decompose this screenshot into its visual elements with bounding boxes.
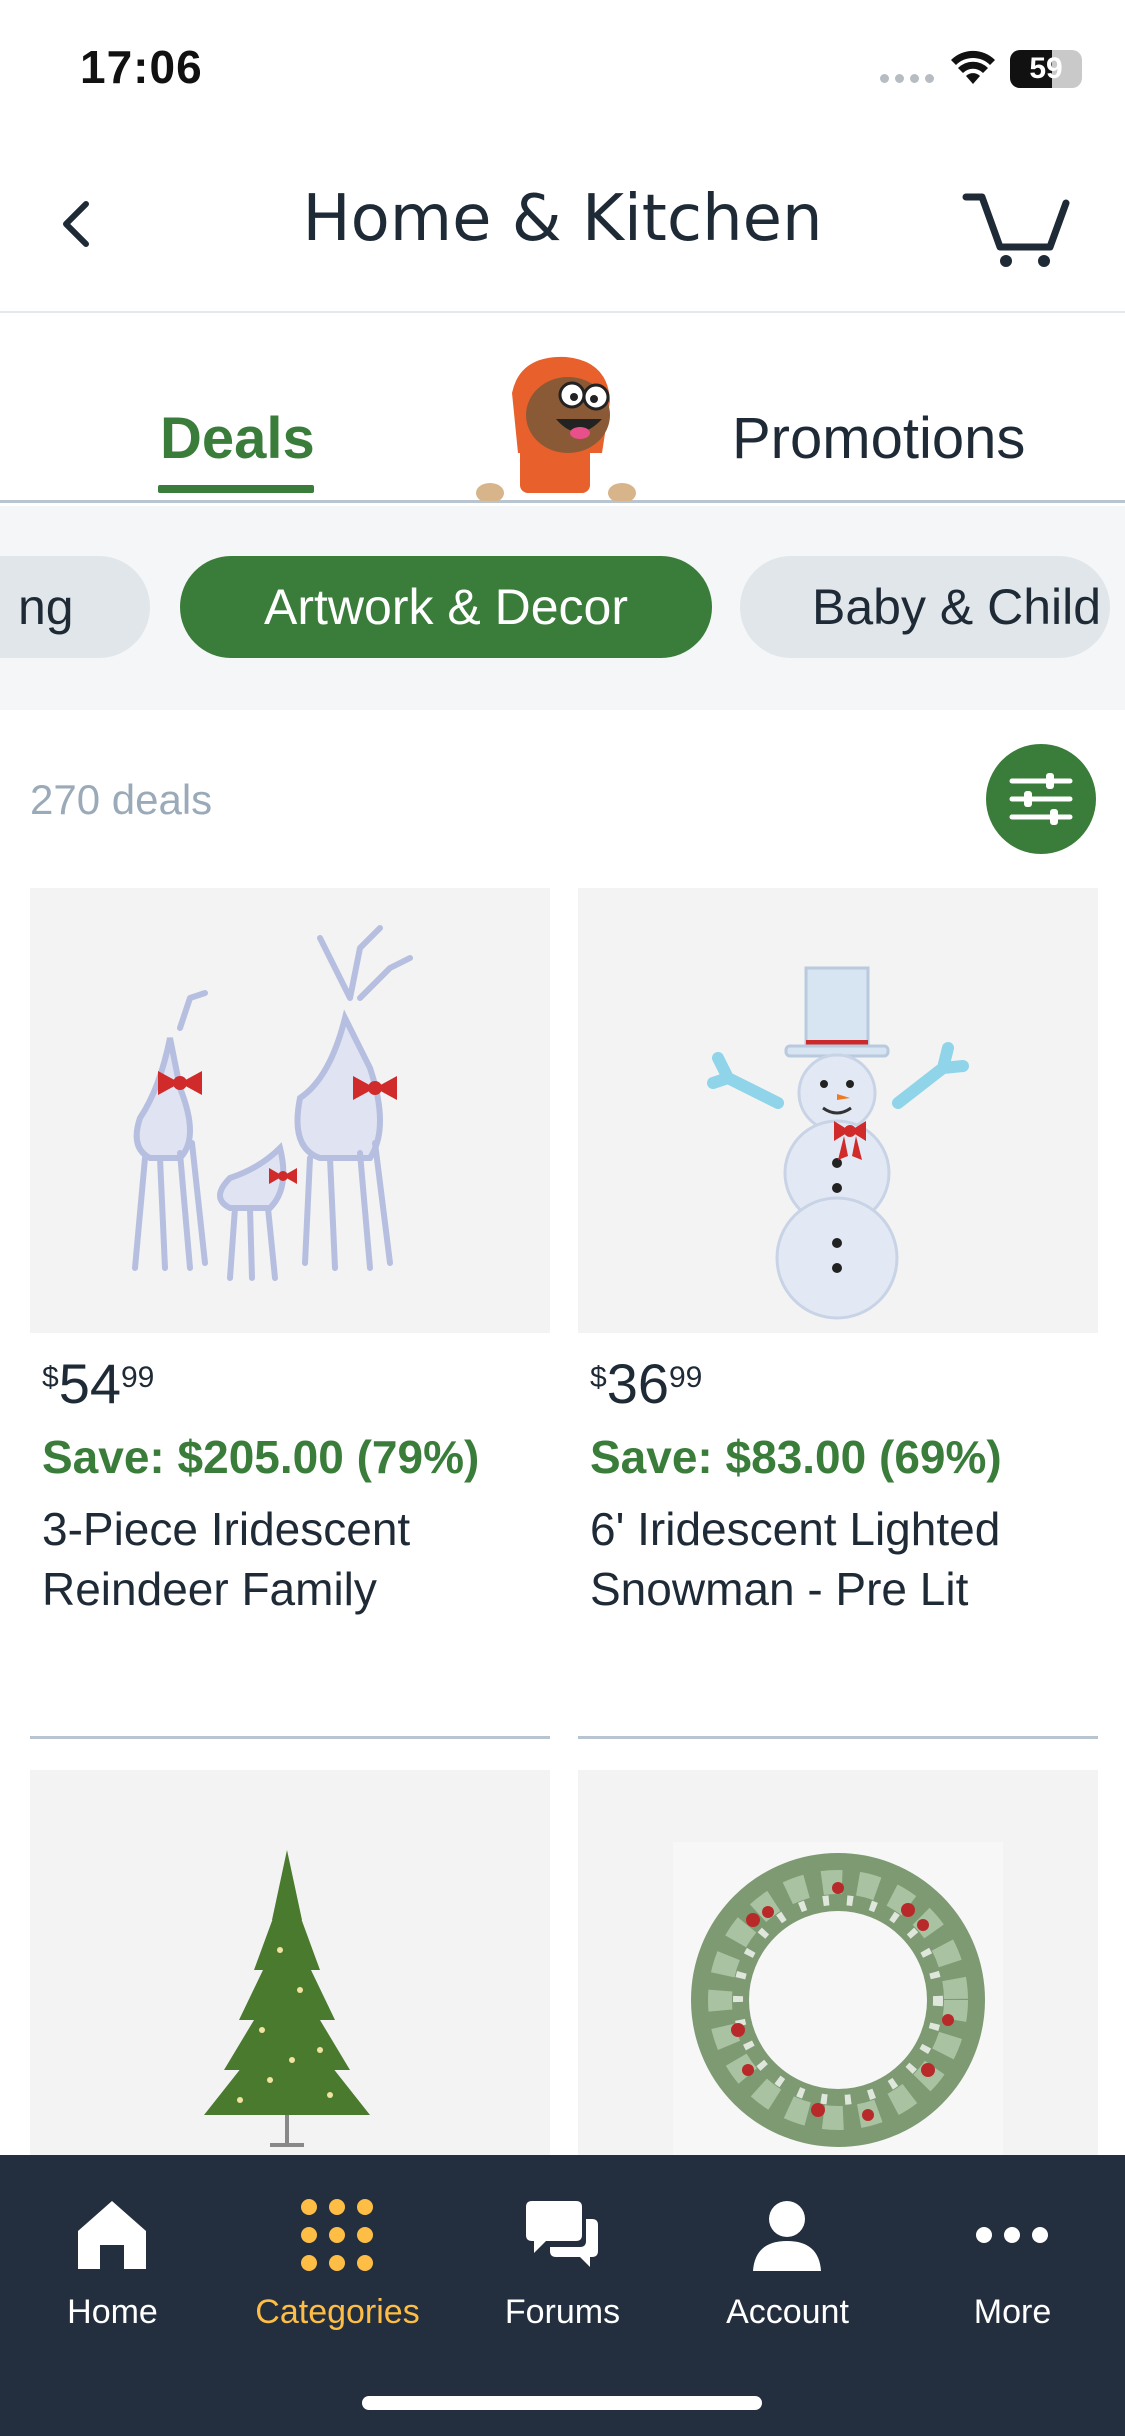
tab-deals[interactable]: Deals bbox=[160, 405, 315, 472]
snowman-image[interactable] bbox=[578, 888, 1098, 1333]
nav-categories[interactable]: Categories bbox=[225, 2155, 450, 2355]
status-bar: 17:06 59 bbox=[0, 0, 1125, 140]
battery-icon: 59 bbox=[1010, 50, 1082, 88]
price-whole: 54 bbox=[58, 1352, 121, 1415]
tab-active-indicator bbox=[158, 485, 314, 493]
category-chip-prev[interactable]: ng bbox=[0, 556, 150, 658]
card-divider bbox=[30, 1736, 550, 1739]
product-savings: Save: $205.00 (79%) bbox=[42, 1431, 480, 1483]
chat-icon bbox=[526, 2201, 598, 2267]
price-currency: $ bbox=[590, 1361, 607, 1394]
nav-label: Account bbox=[726, 2293, 849, 2331]
card-divider bbox=[578, 1736, 1098, 1739]
christmas-tree-image[interactable] bbox=[30, 1770, 550, 2160]
nav-forums[interactable]: Forums bbox=[450, 2155, 675, 2355]
deal-count: 270 deals bbox=[30, 776, 213, 823]
battery-percent: 59 bbox=[1029, 52, 1063, 85]
more-icon bbox=[976, 2227, 1048, 2243]
reindeer-image[interactable] bbox=[30, 888, 550, 1333]
product-savings: Save: $83.00 (69%) bbox=[590, 1431, 1002, 1483]
home-indicator bbox=[362, 2396, 762, 2410]
product-title[interactable]: 3-Piece Iridescent Reindeer Family bbox=[42, 1499, 538, 1619]
nav-label: Home bbox=[67, 2293, 158, 2331]
person-icon bbox=[753, 2201, 821, 2271]
product-price: $ 54 99 bbox=[42, 1355, 550, 1413]
wreath-image[interactable] bbox=[578, 1770, 1098, 2160]
product-card[interactable] bbox=[30, 1770, 550, 2160]
nav-label: Forums bbox=[504, 2293, 621, 2331]
deals-promotions-tabs: Deals Promotions bbox=[0, 313, 1125, 503]
price-whole: 36 bbox=[606, 1352, 669, 1415]
nav-home[interactable]: Home bbox=[0, 2155, 225, 2355]
home-icon bbox=[78, 2201, 146, 2269]
nav-account[interactable]: Account bbox=[675, 2155, 900, 2355]
product-price: $ 36 99 bbox=[590, 1355, 1098, 1413]
category-chip-baby-child[interactable]: Baby & Child bbox=[740, 556, 1110, 658]
nav-label: Categories bbox=[255, 2293, 420, 2331]
cellular-signal-icon bbox=[880, 74, 934, 83]
filter-button[interactable] bbox=[986, 744, 1096, 854]
price-currency: $ bbox=[42, 1361, 59, 1394]
nav-more[interactable]: More bbox=[900, 2155, 1125, 2355]
monkey-mascot-icon bbox=[476, 356, 636, 501]
header: Home & Kitchen bbox=[0, 140, 1125, 313]
sliders-icon bbox=[1009, 773, 1073, 825]
product-card[interactable]: $ 54 99 Save: $205.00 (79%) 3-Piece Irid… bbox=[30, 888, 550, 1619]
product-title[interactable]: 6' Iridescent Lighted Snowman - Pre Lit bbox=[590, 1499, 1086, 1619]
product-card[interactable] bbox=[578, 1770, 1098, 2160]
product-card[interactable]: $ 36 99 Save: $83.00 (69%) 6' Iridescent… bbox=[578, 888, 1098, 1619]
bottom-navigation: Home Categories Forums Account More bbox=[0, 2155, 1125, 2436]
status-time: 17:06 bbox=[80, 41, 203, 93]
category-chips: ng Artwork & Decor Baby & Child bbox=[0, 506, 1125, 710]
cart-icon[interactable] bbox=[962, 185, 1072, 269]
wifi-icon bbox=[951, 50, 995, 84]
price-fraction: 99 bbox=[668, 1361, 703, 1394]
price-fraction: 99 bbox=[120, 1361, 155, 1394]
category-chip-artwork-decor[interactable]: Artwork & Decor bbox=[180, 556, 712, 658]
tab-promotions[interactable]: Promotions bbox=[732, 405, 1025, 472]
grid-icon bbox=[301, 2199, 373, 2271]
page-title: Home & Kitchen bbox=[302, 182, 823, 256]
nav-label: More bbox=[973, 2293, 1052, 2331]
